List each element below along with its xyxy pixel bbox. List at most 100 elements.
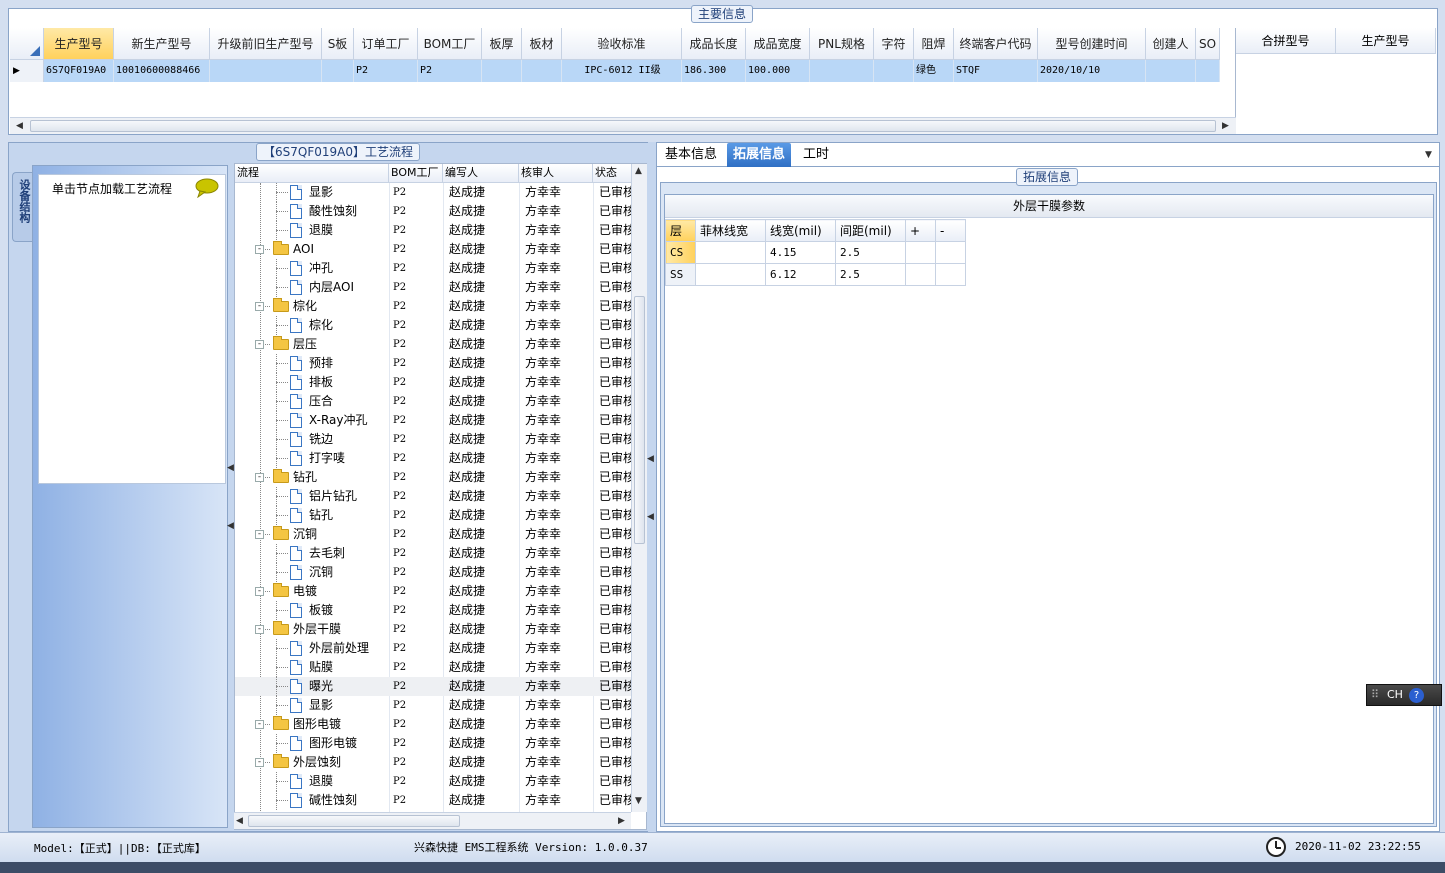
scroll-right-icon[interactable]: ▶ — [1222, 121, 1229, 131]
column-header[interactable]: 成品宽度 — [746, 28, 810, 60]
tree-row[interactable]: 外层前处理 P2 赵成捷 方幸幸 已审核 — [235, 639, 633, 658]
film-table-cell[interactable] — [695, 241, 766, 264]
column-header[interactable]: BOM工厂 — [418, 28, 482, 60]
tree-row[interactable]: 打字唛 P2 赵成捷 方幸幸 已审核 — [235, 449, 633, 468]
film-table-cell[interactable]: 6.12 — [765, 263, 836, 286]
collapse-icon[interactable]: - — [255, 587, 264, 596]
column-header[interactable]: 新生产型号 — [114, 28, 210, 60]
tree-row[interactable]: 内层AOI P2 赵成捷 方幸幸 已审核 — [235, 278, 633, 297]
scroll-thumb[interactable] — [30, 120, 1216, 132]
column-header[interactable]: 成品长度 — [682, 28, 746, 60]
tab-extended-info[interactable]: 拓展信息 — [727, 143, 792, 167]
column-header[interactable]: 板厚 — [482, 28, 522, 60]
film-table-cell[interactable] — [935, 263, 966, 286]
tree-row[interactable]: 冲孔 P2 赵成捷 方幸幸 已审核 — [235, 259, 633, 278]
collapse-icon[interactable]: - — [255, 340, 264, 349]
scroll-thumb[interactable] — [248, 815, 460, 827]
tab-basic-info[interactable]: 基本信息 — [659, 143, 723, 167]
tree-row[interactable]: 退膜 P2 赵成捷 方幸幸 已审核 — [235, 221, 633, 240]
tree-row[interactable]: X-Ray冲孔 P2 赵成捷 方幸幸 已审核 — [235, 411, 633, 430]
column-header[interactable]: 验收标准 — [562, 28, 682, 60]
tab-work-hours[interactable]: 工时 — [797, 143, 835, 167]
tree-row[interactable]: 铣边 P2 赵成捷 方幸幸 已审核 — [235, 430, 633, 449]
tree-group-row[interactable]: - 电镀 P2 赵成捷 方幸幸 已审核 — [235, 582, 633, 601]
column-header[interactable]: S板 — [322, 28, 354, 60]
middle-splitter[interactable]: ◀ ◀ — [647, 142, 656, 832]
scroll-right-icon[interactable]: ▶ — [618, 816, 625, 826]
grid-cell[interactable]: 6S7QF019A0 — [44, 60, 114, 82]
collapse-icon[interactable]: - — [255, 473, 264, 482]
collapse-icon[interactable]: - — [255, 625, 264, 634]
grid-cell[interactable] — [482, 60, 522, 82]
tree-group-row[interactable]: - 外层蚀刻 P2 赵成捷 方幸幸 已审核 — [235, 753, 633, 772]
film-params-table[interactable]: 层菲林线宽 线宽(mil) 间距(mil) + - CS 4.15 2.5 SS 6.12 2.5 — [665, 219, 966, 286]
column-header[interactable]: + — [905, 219, 936, 242]
tree-group-row[interactable]: - 层压 P2 赵成捷 方幸幸 已审核 — [235, 335, 633, 354]
ime-language-bar[interactable]: ⠿ CH ? — [1366, 684, 1442, 706]
tab-dropdown-icon[interactable]: ▼ — [1425, 150, 1432, 160]
column-header[interactable]: 生产型号 — [44, 28, 114, 60]
grid-cell[interactable]: P2 — [354, 60, 418, 82]
grid-cell[interactable] — [810, 60, 874, 82]
grid-cell[interactable]: IPC-6012 II级 — [562, 60, 682, 82]
tree-group-row[interactable]: - AOI P2 赵成捷 方幸幸 已审核 — [235, 240, 633, 259]
grid-cell[interactable]: STQF — [954, 60, 1038, 82]
column-header[interactable]: 线宽(mil) — [765, 219, 836, 242]
grid-cell[interactable] — [874, 60, 914, 82]
column-header[interactable]: 流程 — [235, 164, 389, 183]
tree-row[interactable]: 曝光 P2 赵成捷 方幸幸 已审核 — [235, 677, 633, 696]
grid-cell[interactable]: P2 — [418, 60, 482, 82]
grid-cell[interactable]: 2020/10/10 — [1038, 60, 1146, 82]
scroll-left-icon[interactable]: ◀ — [16, 121, 23, 131]
grid-cell[interactable] — [522, 60, 562, 82]
help-icon[interactable]: ? — [1409, 688, 1424, 703]
tree-group-row[interactable]: - 棕化 P2 赵成捷 方幸幸 已审核 — [235, 297, 633, 316]
column-header[interactable]: 阻焊 — [914, 28, 954, 60]
process-tree-hscrollbar[interactable]: ◀ ▶ — [234, 812, 631, 829]
film-table-cell[interactable]: SS — [665, 263, 696, 286]
column-header[interactable]: 间距(mil) — [835, 219, 906, 242]
film-table-cell[interactable]: 4.15 — [765, 241, 836, 264]
collapse-icon[interactable]: - — [255, 720, 264, 729]
tree-row[interactable]: 酸性蚀刻 P2 赵成捷 方幸幸 已审核 — [235, 202, 633, 221]
tab-equipment-structure[interactable]: 设备结构 — [12, 172, 32, 242]
grid-cell[interactable] — [210, 60, 322, 82]
column-header[interactable]: BOM工厂 — [389, 164, 443, 183]
film-table-cell[interactable] — [905, 241, 936, 264]
column-header[interactable]: 生产型号 — [1336, 28, 1436, 54]
scroll-left-icon[interactable]: ◀ — [236, 816, 243, 826]
film-table-row[interactable]: SS 6.12 2.5 — [665, 263, 966, 286]
grid-cell[interactable]: 绿色 — [914, 60, 954, 82]
column-header[interactable]: 板材 — [522, 28, 562, 60]
tree-row[interactable]: 板镀 P2 赵成捷 方幸幸 已审核 — [235, 601, 633, 620]
scroll-up-icon[interactable]: ▲ — [635, 166, 642, 176]
film-table-row[interactable]: CS 4.15 2.5 — [665, 241, 966, 264]
column-header[interactable]: 状态 — [593, 164, 633, 183]
collapse-icon[interactable]: - — [255, 530, 264, 539]
column-header[interactable]: 终端客户代码 — [954, 28, 1038, 60]
grid-cell[interactable] — [1146, 60, 1196, 82]
film-table-cell[interactable]: 2.5 — [835, 263, 906, 286]
column-header[interactable]: PNL规格 — [810, 28, 874, 60]
collapse-left-icon[interactable]: ◀ — [227, 463, 234, 473]
grid-cell[interactable] — [322, 60, 354, 82]
tree-row[interactable]: 图形电镀 P2 赵成捷 方幸幸 已审核 — [235, 734, 633, 753]
process-tree-vscrollbar[interactable]: ▲ ▼ — [631, 164, 647, 812]
grid-cell[interactable]: 10010600088466 — [114, 60, 210, 82]
main-grid-hscrollbar[interactable]: ◀ ▶ — [10, 117, 1236, 134]
grid-cell[interactable]: 186.300 — [682, 60, 746, 82]
drag-handle-icon[interactable]: ⠿ — [1371, 685, 1379, 705]
collapse-left-icon[interactable]: ◀ — [227, 521, 234, 531]
tree-row[interactable]: 贴膜 P2 赵成捷 方幸幸 已审核 — [235, 658, 633, 677]
column-header[interactable]: 菲林线宽 — [695, 219, 766, 242]
ime-language-label[interactable]: CH — [1387, 685, 1403, 705]
collapse-icon[interactable]: - — [255, 245, 264, 254]
tree-row[interactable]: 退膜 P2 赵成捷 方幸幸 已审核 — [235, 772, 633, 791]
tree-row[interactable]: 铝片钻孔 P2 赵成捷 方幸幸 已审核 — [235, 487, 633, 506]
tree-row[interactable]: 压合 P2 赵成捷 方幸幸 已审核 — [235, 392, 633, 411]
film-table-cell[interactable] — [935, 241, 966, 264]
tree-row[interactable]: 沉铜 P2 赵成捷 方幸幸 已审核 — [235, 563, 633, 582]
film-table-cell[interactable]: CS — [665, 241, 696, 264]
process-tree-grid[interactable]: 流程 BOM工厂 编写人 核审人 状态 显影 P2 赵成捷 方幸幸 已审核 酸性蚀刻 P2 赵成捷 方幸… — [234, 163, 647, 830]
tree-row[interactable]: 排板 P2 赵成捷 方幸幸 已审核 — [235, 373, 633, 392]
